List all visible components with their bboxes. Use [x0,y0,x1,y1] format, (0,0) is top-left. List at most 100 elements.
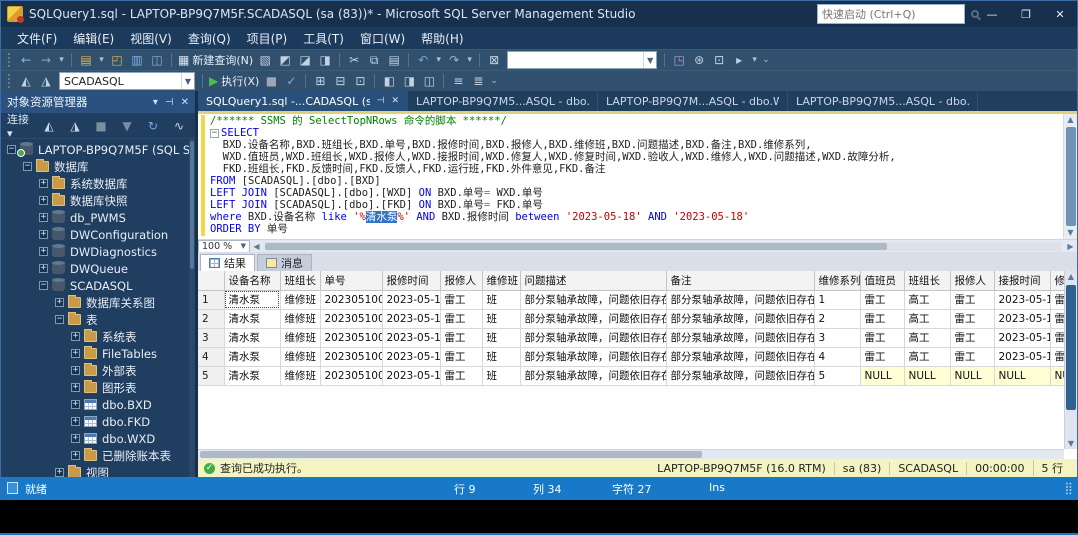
editor-zoom-select[interactable]: 100 % ▼ [198,240,250,253]
actual-plan-icon[interactable]: ◧ [379,72,399,90]
grid-cell[interactable]: 2023-05-10 [382,366,440,385]
estimated-plan-icon[interactable]: ⊞ [310,72,330,90]
grid-cell[interactable]: 部分泵轴承故障，问题依旧存在 [666,309,814,328]
editor-line-2[interactable]: −SELECT [210,127,1063,139]
pin-icon[interactable]: ⊣ [165,97,174,108]
change-connection-icon[interactable]: ◭ [16,72,36,90]
grid-cell[interactable]: 维修班 [280,328,320,347]
column-header-维修系列[interactable]: 维修系列 [814,271,860,290]
column-header-单号[interactable]: 单号 [320,271,382,290]
solution-explorer-icon[interactable]: ◳ [669,51,689,69]
grid-cell[interactable]: 雷工 [860,347,904,366]
grid-cell[interactable]: 维修班 [280,347,320,366]
hscroll-left-icon[interactable]: ◀ [250,242,263,251]
column-header-报修人[interactable]: 报修人 [440,271,482,290]
grid-cell[interactable]: 部分泵轴承故障，问题依旧存在 [666,347,814,366]
expand-icon[interactable]: + [39,179,48,188]
menu-item-7[interactable]: 帮助(H) [413,28,471,49]
expand-icon[interactable]: + [71,417,80,426]
tree-node-外部表[interactable]: +外部表 [1,362,195,379]
grid-cell[interactable]: 部分泵轴承故障，问题依旧存在 [520,328,666,347]
results-grid[interactable]: 设备名称班组长单号报修时间报修人维修班问题描述备注维修系列值班员班组长报修人接报… [198,271,1077,386]
tree-node-FileTables[interactable]: +FileTables [1,345,195,362]
column-header-问题描述[interactable]: 问题描述 [520,271,666,290]
grid-cell[interactable]: 4 [814,347,860,366]
filter-icon[interactable]: ▼ [117,117,137,135]
open-file-icon[interactable]: ◰ [107,51,127,69]
grid-cell[interactable]: 清水泵 [224,347,280,366]
connect-object-icon[interactable]: ◭ [39,117,59,135]
undo-dropdown[interactable]: ▾ [433,51,444,69]
menu-item-2[interactable]: 视图(V) [122,28,180,49]
grid-scroll-down-icon[interactable]: ▼ [1065,439,1077,448]
grid-cell[interactable]: 雷工 [440,366,482,385]
refresh-icon[interactable]: ↻ [143,117,163,135]
database-engine-query-icon[interactable]: ◩ [275,51,295,69]
editor-line-9[interactable]: where BXD.设备名称 like '%清水泵%' AND BXD.报修时间… [210,211,1063,223]
expand-icon[interactable]: + [71,451,80,460]
collapse-icon[interactable]: − [39,281,48,290]
row-number[interactable]: 2 [198,309,224,328]
expand-icon[interactable]: + [39,213,48,222]
grid-cell[interactable]: 清水泵 [224,366,280,385]
grid-cell[interactable]: 雷工 [950,347,994,366]
grid-cell[interactable]: 2023051003 [320,328,382,347]
copy-icon[interactable]: ⧉ [364,51,384,69]
grid-cell[interactable]: 部分泵轴承故障，问题依旧存在 [520,309,666,328]
row-number[interactable]: 5 [198,366,224,385]
results-to-file-icon[interactable]: ≣ [468,72,488,90]
navigate-icon[interactable]: ⊠ [484,51,504,69]
grid-cell[interactable]: 部分泵轴承故障，问题依旧存在 [520,347,666,366]
grid-horizontal-scrollbar[interactable] [198,449,1064,459]
grid-cell[interactable]: 部分泵轴承故障，问题依旧存在 [520,366,666,385]
grid-cell[interactable]: 雷工 [440,347,482,366]
grid-cell[interactable]: 雷工 [860,309,904,328]
save-all-icon[interactable]: ◫ [147,51,167,69]
expand-icon[interactable]: + [71,349,80,358]
save-icon[interactable]: ▥ [127,51,147,69]
tree-node-dbo.WXD[interactable]: +dbo.WXD [1,430,195,447]
grid-cell[interactable]: 2023-05-10 [382,328,440,347]
collapse-icon[interactable]: − [23,162,32,171]
object-explorer-header[interactable]: 对象资源管理器 ▾ ⊣ ✕ [1,91,195,113]
tree-node-DWDiagnostics[interactable]: +DWDiagnostics [1,243,195,260]
editor-line-1[interactable]: /****** SSMS 的 SelectTopNRows 命令的脚本 ****… [210,115,1063,127]
grid-cell[interactable]: 3 [814,328,860,347]
grid-cell[interactable]: NULL [860,366,904,385]
resize-grip[interactable]: ⣿ [1064,481,1074,495]
toolbar1-dropdown[interactable]: ▾ [749,51,760,69]
editor-line-4[interactable]: WXD.值班员,WXD.班组长,WXD.报修人,WXD.接报时间,WXD.修复人… [210,151,1063,163]
row-number[interactable]: 4 [198,347,224,366]
grid-cell[interactable]: 高工 [904,290,950,309]
pin-icon[interactable]: ⊣ [377,96,385,106]
grid-cell[interactable]: 清水泵 [224,328,280,347]
grid-cell[interactable]: 维修班 [280,309,320,328]
editor-line-10[interactable]: ORDER BY 单号 [210,223,1063,235]
tree-node-SCADASQL[interactable]: −SCADASQL [1,277,195,294]
available-databases-combo[interactable]: SCADASQL▼ [59,72,195,90]
results-to-text-icon[interactable]: ≡ [448,72,468,90]
scroll-down-icon[interactable]: ▼ [1067,227,1073,239]
expand-icon[interactable]: + [39,230,48,239]
editor-line-5[interactable]: FKD.班组长,FKD.反馈时间,FKD.反馈人,FKD.运行班,FKD.外件意… [210,163,1063,175]
grid-cell[interactable]: 2023051001 [320,290,382,309]
menu-item-6[interactable]: 窗口(W) [352,28,413,49]
grid-corner-cell[interactable] [198,271,224,290]
collapse-icon[interactable]: − [55,315,64,324]
tree-node-DWConfiguration[interactable]: +DWConfiguration [1,226,195,243]
grid-cell[interactable]: NULL [904,366,950,385]
document-tab-0[interactable]: SQLQuery1.sql -...CADASQL (sa (83))*⊣✕ [198,91,408,111]
grid-cell[interactable]: 雷工 [950,328,994,347]
new-file-icon[interactable]: ▤ [76,51,96,69]
tree-node-表[interactable]: −表 [1,311,195,328]
grid-cell[interactable]: 2023-05-19 [994,309,1050,328]
cut-icon[interactable]: ✂ [344,51,364,69]
tree-node-已删除账本表[interactable]: +已删除账本表 [1,447,195,464]
column-header-班组长[interactable]: 班组长 [904,271,950,290]
grid-cell[interactable]: 2023051004 [320,347,382,366]
document-tab-1[interactable]: LAPTOP-BP9Q7M5...ASQL - dbo.FKD [408,91,598,111]
grid-cell[interactable]: 1 [814,290,860,309]
grid-cell[interactable]: 班 [482,309,520,328]
grid-cell[interactable]: 班 [482,328,520,347]
intellisense-icon[interactable]: ⊡ [350,72,370,90]
